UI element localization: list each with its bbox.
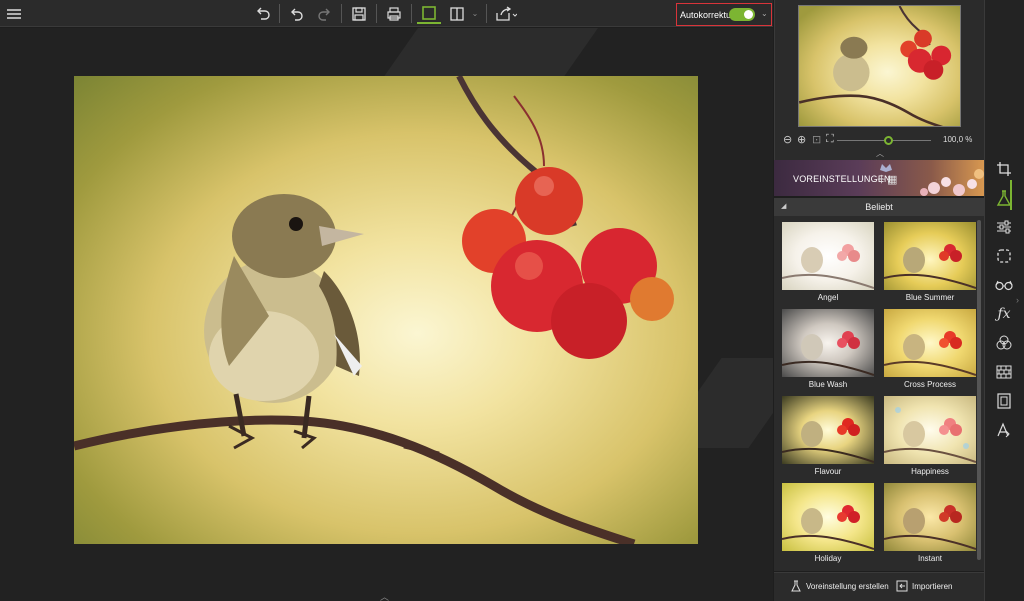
preset-thumbnail	[884, 309, 976, 377]
presets-scrollbar[interactable]	[976, 216, 982, 571]
redo-icon[interactable]	[314, 3, 334, 24]
bird-photo-artwork	[74, 76, 674, 544]
preset-label: Cross Process	[903, 380, 956, 389]
create-preset-button[interactable]: Voreinstellung erstellen	[790, 580, 889, 592]
preset-label: Holiday	[814, 554, 842, 563]
zoom-percent: 100,0 %	[943, 135, 973, 144]
preset-flavour[interactable]: Flavour	[782, 390, 874, 476]
preset-cross-process[interactable]: Cross Process	[884, 303, 976, 389]
undo-all-icon[interactable]	[252, 3, 274, 24]
toolbar-divider	[376, 4, 377, 23]
zoom-out-icon[interactable]: ⊖	[783, 133, 792, 146]
menu-icon[interactable]	[4, 3, 24, 24]
preset-blue-summer[interactable]: Blue Summer	[884, 216, 976, 302]
crop-icon[interactable]	[992, 158, 1016, 180]
texture-grid-icon[interactable]	[992, 361, 1016, 383]
preset-thumbnail	[884, 222, 976, 290]
flask-presets-icon[interactable]	[992, 187, 1016, 209]
compare-dropdown-chevron-icon[interactable]: ⌄	[470, 3, 480, 24]
autokorrektur-control: Autokorrektur ⌄	[676, 3, 772, 26]
autokorrektur-dropdown-chevron-icon[interactable]: ⌄	[761, 9, 768, 18]
popular-section-title: Beliebt	[865, 202, 893, 212]
preset-label: Blue Wash	[808, 380, 848, 389]
sliders-icon[interactable]	[992, 216, 1016, 238]
add-preset-icon[interactable]: ＋	[876, 174, 887, 186]
preset-thumbnail	[782, 483, 874, 551]
create-preset-label: Voreinstellung erstellen	[806, 581, 889, 591]
preset-label: Flavour	[814, 467, 842, 476]
preset-thumbnail	[884, 396, 976, 464]
preset-instant[interactable]: Instant	[884, 477, 976, 563]
preset-holiday[interactable]: Holiday	[782, 477, 874, 563]
top-toolbar: ⌄ Autokorrektur ⌄	[0, 0, 773, 27]
preset-actions-icons: ＋▦	[876, 171, 897, 187]
glasses-icon[interactable]	[992, 274, 1016, 296]
scrollbar-thumb[interactable]	[977, 220, 981, 560]
preset-blue-wash[interactable]: Blue Wash	[782, 303, 874, 389]
preset-happiness[interactable]: Happiness	[884, 390, 976, 476]
presets-bottom-bar: Voreinstellung erstellen Importieren	[774, 572, 984, 601]
popular-section-header[interactable]: ◢ Beliebt	[774, 198, 984, 216]
navigator-thumbnail-artwork	[799, 6, 952, 126]
text-icon[interactable]	[992, 419, 1016, 441]
grid-view-icon[interactable]: ▦	[887, 174, 897, 186]
print-icon[interactable]	[383, 3, 405, 24]
frame-icon[interactable]	[992, 390, 1016, 412]
presets-banner: VOREINSTELLUNGEN ＋▦	[774, 160, 984, 196]
preset-thumbnail	[782, 309, 874, 377]
zoom-in-icon[interactable]: ⊕	[797, 133, 806, 146]
zoom-slider-knob[interactable]	[884, 136, 893, 145]
preset-thumbnail	[782, 396, 874, 464]
toolbar-divider	[486, 4, 487, 23]
toolbar-divider	[341, 4, 342, 23]
preset-label: Blue Summer	[905, 293, 955, 302]
collapse-navigator-chevron-icon[interactable]: ︿	[876, 148, 884, 159]
selection-icon[interactable]	[992, 245, 1016, 267]
fit-to-window-icon[interactable]: ⛶	[826, 133, 834, 146]
single-view-icon[interactable]	[417, 3, 441, 24]
zoom-controls: ⊖ ⊕ ⊡ ⛶ 100,0 %	[781, 133, 981, 149]
preset-thumbnail	[884, 483, 976, 551]
active-tool-indicator	[1010, 180, 1012, 210]
import-label: Importieren	[912, 581, 953, 591]
autokorrektur-label: Autokorrektur	[680, 9, 735, 20]
autokorrektur-toggle[interactable]	[729, 8, 755, 21]
expand-filmstrip-chevron-icon[interactable]: ︿	[380, 590, 389, 601]
preset-label: Angel	[817, 293, 839, 302]
navigator-thumbnail[interactable]	[798, 5, 961, 127]
actual-size-icon[interactable]: ⊡	[812, 133, 821, 146]
image-canvas[interactable]	[0, 28, 773, 601]
flask-plus-icon	[791, 580, 801, 592]
preset-angel[interactable]: Angel	[782, 216, 874, 302]
save-icon[interactable]	[348, 3, 370, 24]
compare-view-icon[interactable]	[446, 3, 468, 24]
preset-label: Instant	[917, 554, 942, 563]
preset-label: Happiness	[911, 467, 949, 476]
app-window: ⌄ Autokorrektur ⌄ ︿ ⊖ ⊕ ⊡ ⛶ 100,0 % ︿ VO…	[0, 0, 1024, 601]
presets-grid: Angel Blue Summer Blue Wash Cross Proces…	[774, 216, 984, 571]
fx-icon[interactable]: ƒx	[992, 303, 1016, 325]
import-icon	[896, 580, 908, 592]
import-button[interactable]: Importieren	[896, 580, 952, 592]
navigator-panel: ⊖ ⊕ ⊡ ⛶ 100,0 % ︿	[774, 0, 984, 160]
preset-thumbnail	[782, 222, 874, 290]
main-photo[interactable]	[74, 76, 698, 544]
share-icon[interactable]	[493, 3, 519, 24]
toolbar-divider	[411, 4, 412, 23]
expand-rail-chevron-icon[interactable]: ›	[1016, 295, 1019, 305]
toolbar-divider	[279, 4, 280, 23]
color-circles-icon[interactable]	[992, 332, 1016, 354]
undo-icon[interactable]	[287, 3, 307, 24]
